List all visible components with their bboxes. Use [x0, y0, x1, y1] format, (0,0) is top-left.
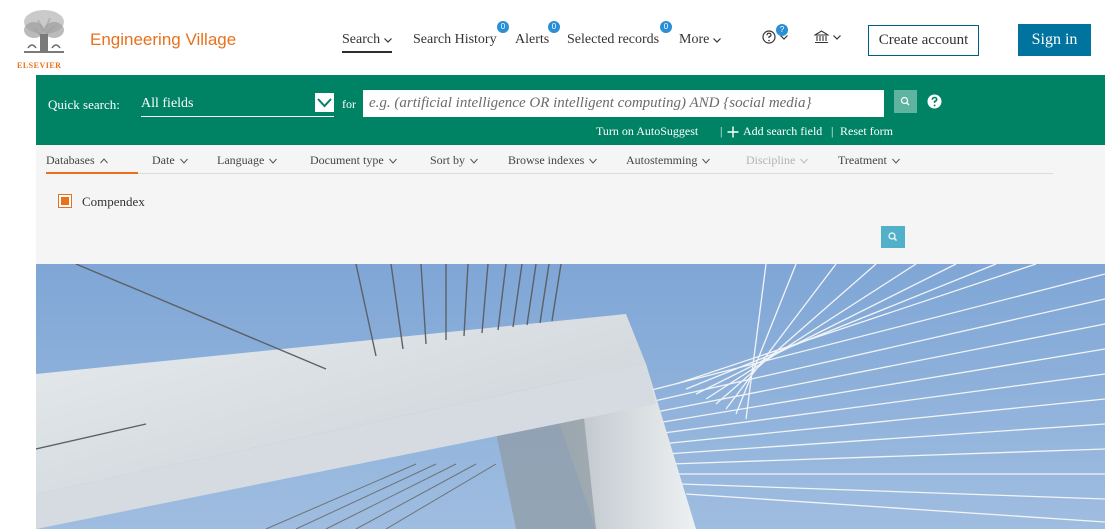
chevron-down-icon: [800, 158, 809, 164]
option-date[interactable]: Date: [152, 153, 188, 168]
select-caret-icon: [315, 93, 334, 112]
nav-search[interactable]: Search: [342, 32, 393, 53]
option-autostemming[interactable]: Autostemming: [626, 153, 711, 168]
option-label: Autostemming: [626, 153, 698, 167]
option-document-type[interactable]: Document type: [310, 153, 397, 168]
option-label: Document type: [310, 153, 384, 167]
chevron-down-icon: [388, 158, 397, 164]
hero-bridge-image: [36, 264, 1105, 529]
for-label: for: [342, 97, 356, 111]
nav-alerts-label: Alerts: [515, 32, 550, 47]
nav-search-label: Search: [342, 32, 381, 47]
help-badge: ?: [776, 24, 788, 36]
chevron-down-icon: [179, 158, 188, 164]
publisher-wordmark: ELSEVIER: [17, 61, 62, 70]
quick-search-panel: Quick search: All fields for Turn on Aut…: [36, 75, 1105, 145]
selected-records-badge: 0: [660, 21, 672, 33]
chevron-down-icon: [470, 158, 478, 164]
search-button[interactable]: [894, 90, 917, 113]
nav-selected-records-label: Selected records: [567, 32, 660, 47]
options-search-button[interactable]: [881, 226, 905, 248]
nav-selected-records[interactable]: Selected records: [567, 32, 659, 48]
help-icon[interactable]: [927, 94, 942, 109]
option-label: Language: [217, 153, 265, 167]
chevron-up-icon: [99, 157, 108, 163]
checkbox-checked-mark: [61, 197, 69, 205]
nav-more[interactable]: More: [679, 32, 722, 48]
option-label: Databases: [46, 153, 95, 167]
search-input[interactable]: [363, 90, 884, 117]
nav-search-history-label: Search History: [413, 32, 497, 47]
sign-in-button[interactable]: Sign in: [1018, 24, 1091, 56]
chevron-down-icon: [384, 38, 393, 43]
option-databases[interactable]: Databases: [46, 153, 108, 168]
reset-form-link[interactable]: Reset form: [840, 124, 893, 139]
options-divider: [46, 173, 1053, 174]
top-header: ELSEVIER Engineering Village Search Sear…: [0, 0, 1105, 75]
active-tab-indicator: [46, 172, 138, 174]
institution-icon: [814, 30, 829, 44]
institution-menu[interactable]: [814, 30, 841, 44]
option-discipline: Discipline: [746, 153, 809, 168]
chevron-down-icon: [702, 158, 711, 164]
option-label: Discipline: [746, 153, 796, 167]
search-icon: [900, 96, 910, 106]
chevron-down-icon: [713, 38, 722, 43]
chevron-down-icon: [833, 35, 841, 40]
quick-search-label: Quick search:: [48, 97, 120, 112]
option-label: Browse indexes: [508, 153, 585, 167]
nav-alerts[interactable]: Alerts: [515, 32, 549, 48]
compendex-label[interactable]: Compendex: [82, 194, 145, 210]
search-icon: [888, 232, 897, 241]
option-label: Date: [152, 153, 175, 167]
search-field-value: All fields: [141, 96, 194, 111]
alerts-badge: 0: [548, 21, 560, 33]
link-divider: |: [720, 124, 723, 138]
search-field-select[interactable]: All fields: [141, 90, 334, 117]
search-history-badge: 0: [497, 21, 509, 33]
create-account-button[interactable]: Create account: [868, 25, 979, 56]
option-sort-by[interactable]: Sort by: [430, 153, 478, 168]
chevron-down-icon: [589, 158, 598, 164]
link-divider: |: [831, 124, 834, 138]
bridge-illustration: [36, 264, 1105, 529]
option-browse-indexes[interactable]: Browse indexes: [508, 153, 598, 168]
add-search-field-label: Add search field: [743, 124, 823, 138]
compendex-checkbox[interactable]: [58, 194, 72, 208]
search-options-panel: Databases Date Language Document type So…: [36, 145, 1105, 264]
nav-search-history[interactable]: Search History: [413, 32, 497, 48]
nav-more-label: More: [679, 32, 710, 47]
add-search-field-link[interactable]: Add search field: [727, 124, 822, 139]
option-language[interactable]: Language: [217, 153, 278, 168]
plus-icon: [727, 126, 739, 137]
option-label: Treatment: [838, 153, 887, 167]
help-circle-icon: [762, 30, 776, 44]
chevron-down-icon: [269, 158, 278, 164]
option-treatment[interactable]: Treatment: [838, 153, 900, 168]
chevron-down-icon: [892, 158, 900, 164]
option-label: Sort by: [430, 153, 466, 167]
autosuggest-link[interactable]: Turn on AutoSuggest: [596, 124, 698, 139]
